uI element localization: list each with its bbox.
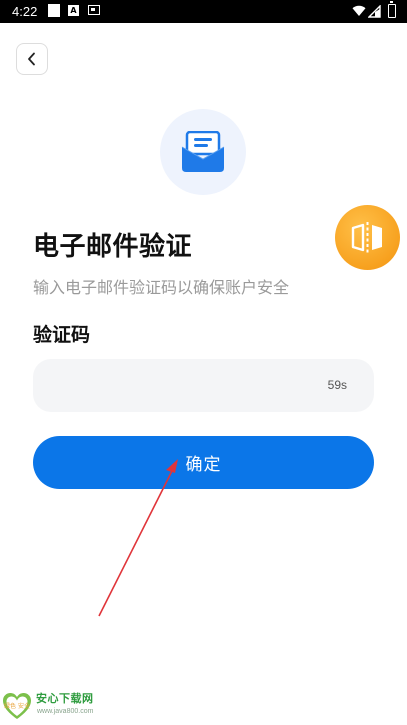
watermark: 绿色 安全 安心下载网 www.java800.com [0, 688, 110, 720]
watermark-title: 安心下载网 [36, 692, 94, 705]
logo-text: 绿色 安全 [4, 702, 30, 710]
notification-square-icon [48, 4, 60, 17]
mail-icon [181, 131, 225, 172]
code-field[interactable]: 59s [33, 359, 374, 414]
confirm-button[interactable]: 确定 [33, 436, 374, 489]
signal-icon [368, 5, 381, 18]
page-subtitle: 输入电子邮件验证码以确保账户安全 [33, 278, 290, 297]
floating-widget-button[interactable] [335, 205, 400, 270]
mail-icon-circle [160, 109, 246, 195]
resend-countdown[interactable]: 59s [328, 377, 347, 393]
mirror-split-icon [351, 222, 382, 253]
battery-icon [388, 1, 396, 18]
sim-card-icon [88, 5, 100, 15]
status-time: 4:22 [12, 4, 38, 19]
watermark-url: www.java800.com [37, 708, 94, 715]
code-field-label: 验证码 [33, 324, 91, 346]
heart-logo-icon: 绿色 安全 [3, 693, 31, 719]
back-button[interactable] [16, 43, 48, 75]
verification-code-input[interactable] [47, 359, 311, 414]
wifi-icon [352, 5, 366, 17]
chevron-left-icon [28, 52, 35, 66]
a-app-icon: A [68, 5, 79, 16]
status-bar: 4:22 A [0, 0, 407, 23]
page-title: 电子邮件验证 [33, 232, 193, 262]
